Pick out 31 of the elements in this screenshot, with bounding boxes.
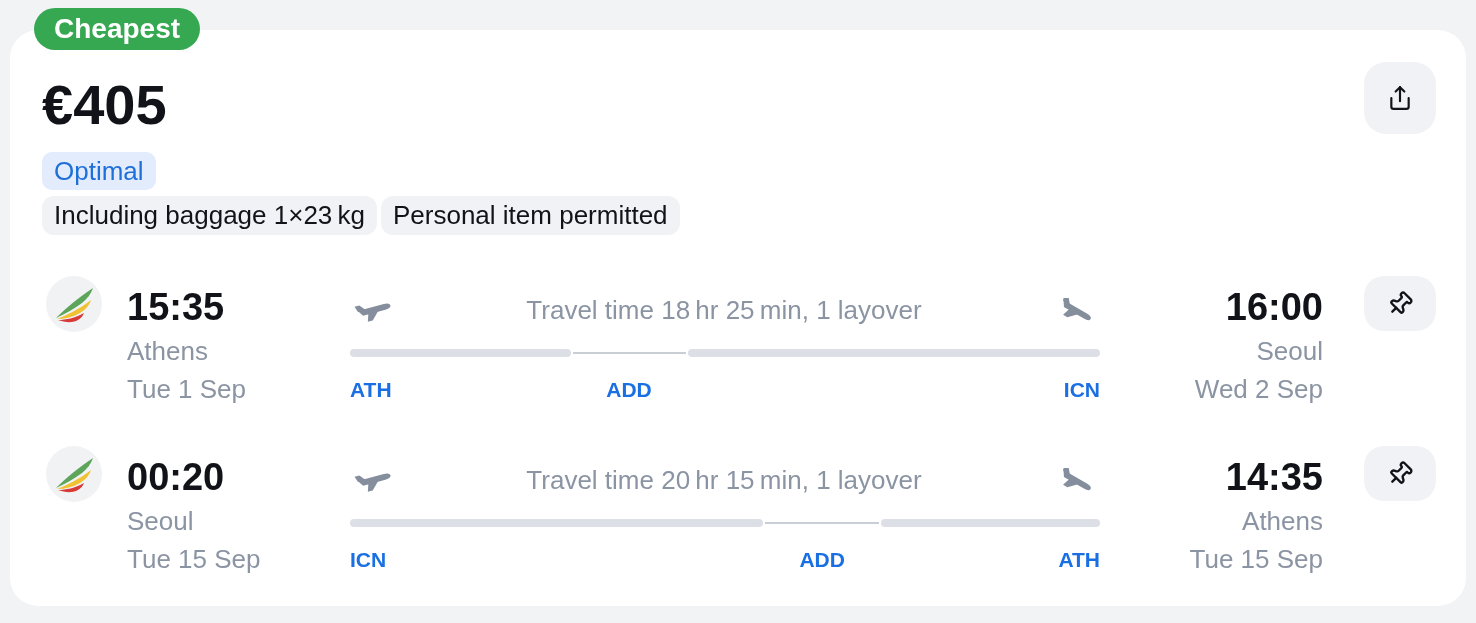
arrival-city: Seoul bbox=[1256, 335, 1323, 368]
wing-logo-icon bbox=[46, 446, 102, 502]
price: €405 bbox=[42, 77, 167, 133]
airport-code: ATH bbox=[1058, 549, 1100, 571]
travel-time-text: Travel time 18 hr 25 min, 1 layover bbox=[526, 293, 922, 327]
arrival-date: Tue 15 Sep bbox=[1189, 543, 1323, 576]
feature-tag: Including baggage 1×23 kg bbox=[42, 196, 377, 235]
arrival-date: Wed 2 Sep bbox=[1194, 373, 1323, 406]
airport-code: ICN bbox=[350, 549, 387, 571]
arrival-time: 16:00 bbox=[1225, 285, 1323, 330]
departure-time: 00:20 bbox=[127, 455, 225, 500]
departure-time: 15:35 bbox=[127, 285, 225, 330]
rating-tag: Optimal bbox=[42, 152, 156, 190]
feature-tag: Personal item permitted bbox=[381, 196, 680, 235]
wing-logo-icon bbox=[46, 276, 102, 332]
departure-date: Tue 1 Sep bbox=[127, 373, 246, 406]
arrival-time: 14:35 bbox=[1225, 455, 1323, 500]
departure-date: Tue 15 Sep bbox=[127, 543, 261, 576]
arrival-city: Athens bbox=[1242, 505, 1323, 538]
airport-code: ATH bbox=[350, 379, 392, 401]
departure-city: Seoul bbox=[127, 505, 194, 538]
pin-button[interactable] bbox=[1364, 276, 1436, 331]
cheapest-badge: Cheapest bbox=[34, 8, 201, 50]
airport-code: ICN bbox=[1063, 379, 1100, 401]
pin-button[interactable] bbox=[1364, 446, 1436, 501]
airport-code: ADD bbox=[606, 379, 652, 401]
share-button[interactable] bbox=[1364, 62, 1436, 134]
airport-code: ADD bbox=[799, 549, 845, 571]
share-icon bbox=[1387, 85, 1413, 111]
travel-time-text: Travel time 20 hr 15 min, 1 layover bbox=[526, 463, 922, 497]
departure-city: Athens bbox=[127, 335, 208, 368]
